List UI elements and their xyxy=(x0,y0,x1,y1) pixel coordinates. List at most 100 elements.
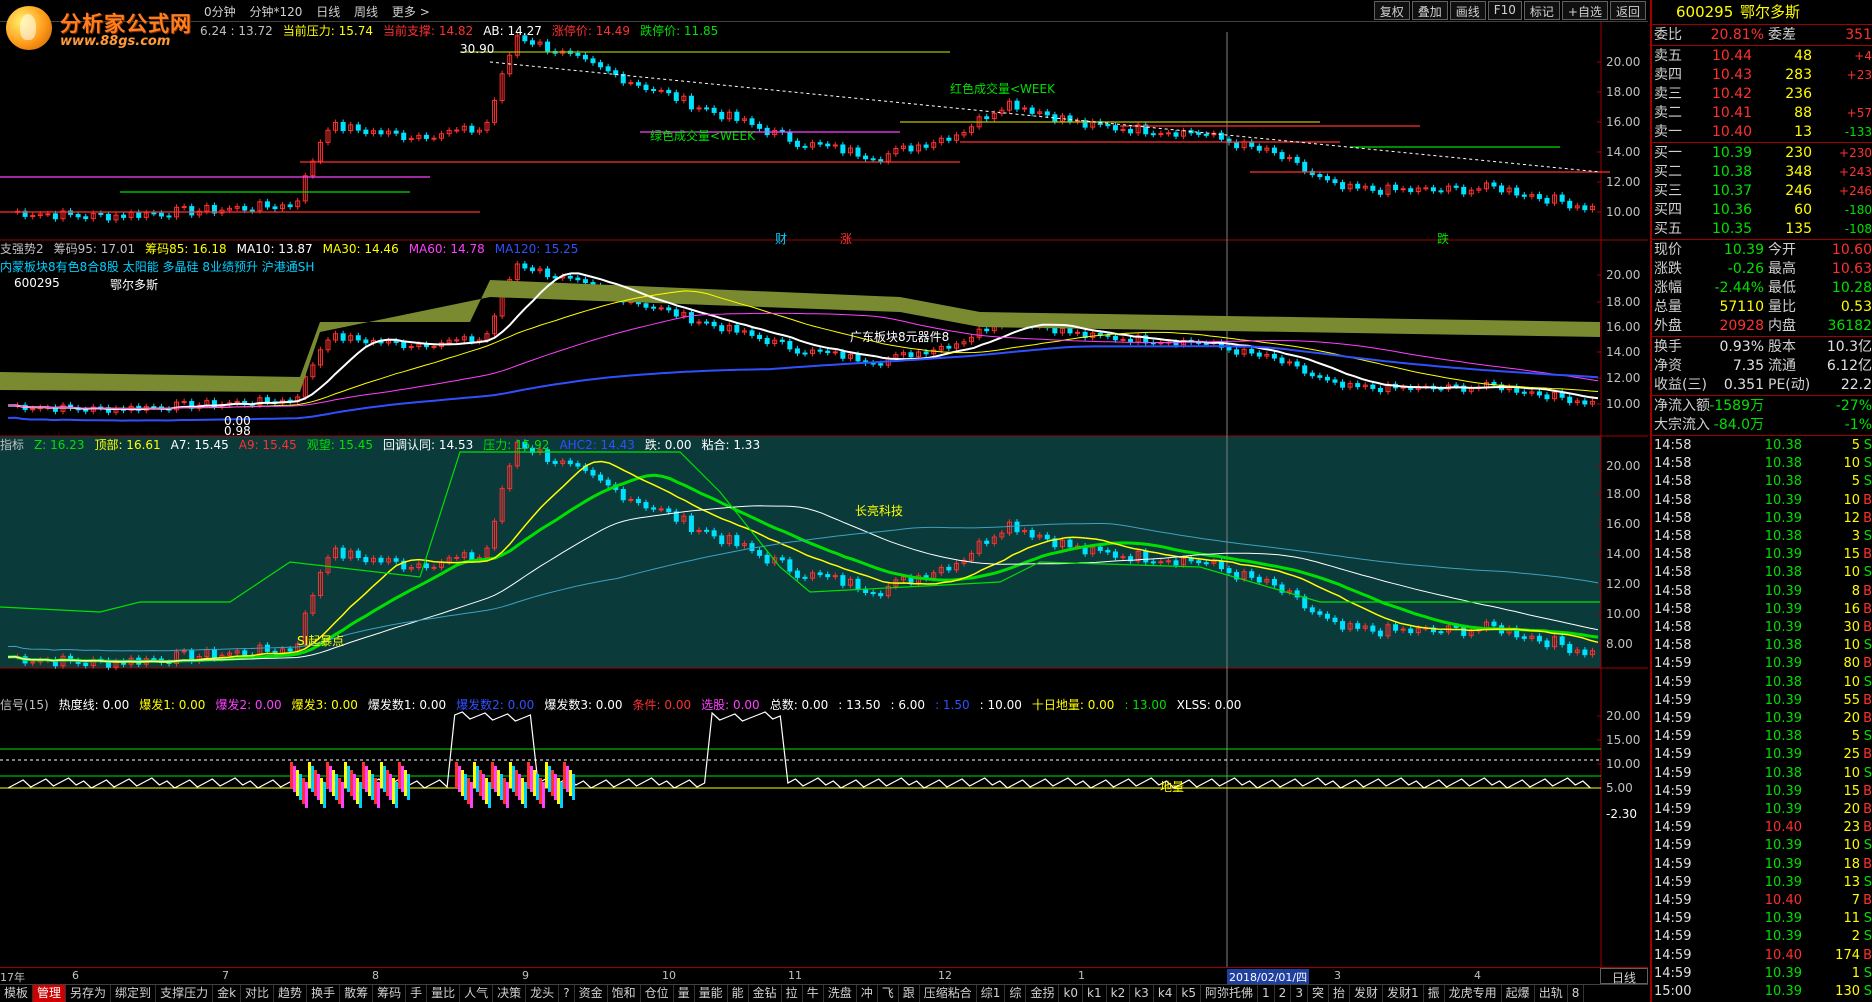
panel4-burst-bar xyxy=(347,766,350,792)
indicator-tab-37[interactable]: k3 xyxy=(1130,985,1154,1002)
indicator-tab-51[interactable]: 出轨 xyxy=(1535,985,1568,1002)
indicator-tab-5[interactable]: 金k xyxy=(213,985,242,1002)
indicator-tab-48[interactable]: 振 xyxy=(1424,985,1445,1002)
chart-canvas[interactable]: 20.00 18.00 16.00 14.00 12.00 10.00 20.00 18.00… xyxy=(0,22,1648,967)
panel3-candle xyxy=(1014,521,1020,533)
indicator-tab-19[interactable]: 仓位 xyxy=(641,985,674,1002)
indicator-tab-7[interactable]: 趋势 xyxy=(274,985,308,1002)
sell-level-5-label: 卖五 xyxy=(1654,48,1682,64)
panel1-candle xyxy=(1234,141,1240,149)
indicator-tab-14[interactable]: 决策 xyxy=(493,985,527,1002)
panel4-value-7: 爆发数3: 0.00 xyxy=(544,698,623,712)
indicator-tab-45[interactable]: 抬 xyxy=(1329,985,1350,1002)
indicator-tab-20[interactable]: 量 xyxy=(674,985,695,1002)
indicator-tab-40[interactable]: 阿弥托佛 xyxy=(1201,985,1259,1002)
indicator-tab-38[interactable]: k4 xyxy=(1154,985,1178,1002)
panel4-burst-bar xyxy=(329,766,332,792)
tick-row-0: 14:58 10.38 5 S xyxy=(1652,437,1872,455)
daily-side-tab[interactable]: 日线 xyxy=(1600,968,1648,985)
panel2-candle xyxy=(1234,349,1240,355)
panel4-value-12: : 6.00 xyxy=(890,698,926,712)
indicator-tab-10[interactable]: 筹码 xyxy=(373,985,407,1002)
tick-qty: 23 xyxy=(1843,820,1860,836)
flow-row-0-value2: -27% xyxy=(1835,398,1872,414)
indicator-tab-42[interactable]: 2 xyxy=(1275,985,1292,1002)
indicator-tab-3[interactable]: 绑定到 xyxy=(111,985,157,1002)
indicator-tab-39[interactable]: k5 xyxy=(1177,985,1202,1002)
period-tab-4[interactable]: 更多 > xyxy=(392,5,430,19)
period-tab-2[interactable]: 日线 xyxy=(316,5,340,19)
indicator-tab-15[interactable]: 龙头 xyxy=(526,985,560,1002)
panel1-candle xyxy=(605,66,611,72)
indicator-tab-29[interactable]: 跟 xyxy=(899,985,920,1002)
indicator-tab-17[interactable]: 资金 xyxy=(575,985,608,1002)
panel3-candle xyxy=(242,650,248,656)
indicator-tab-31[interactable]: 综1 xyxy=(977,985,1006,1002)
panel1-candle xyxy=(136,212,142,218)
indicator-tab-1[interactable]: 管理 xyxy=(33,985,67,1002)
indicator-tab-9[interactable]: 散筹 xyxy=(340,985,374,1002)
add-favorite-button[interactable]: +自选 xyxy=(1561,1,1608,20)
panel1-candle xyxy=(908,145,914,152)
indicator-tab-28[interactable]: 飞 xyxy=(878,985,899,1002)
indicator-tab-0[interactable]: 模板 xyxy=(0,985,34,1002)
indicator-tab-36[interactable]: k2 xyxy=(1107,985,1131,1002)
tick-price: 10.40 xyxy=(1764,893,1802,908)
indicator-tab-23[interactable]: 金钻 xyxy=(749,985,782,1002)
indicator-tab-46[interactable]: 发财 xyxy=(1350,985,1383,1002)
indicator-tab-47[interactable]: 发财1 xyxy=(1383,985,1424,1002)
panel4-value-5: 爆发数1: 0.00 xyxy=(367,698,447,712)
period-tab-1[interactable]: 分钟*120 xyxy=(249,5,302,19)
tick-price: 10.38 xyxy=(1764,456,1802,472)
indicator-tab-8[interactable]: 换手 xyxy=(307,985,341,1002)
overlay-button[interactable]: 叠加 xyxy=(1411,1,1448,20)
panel4-burst-bar xyxy=(314,770,317,796)
tick-time: 14:59 xyxy=(1654,783,1692,799)
panel2-candle xyxy=(363,339,369,344)
indicator-tab-25[interactable]: 牛 xyxy=(803,985,824,1002)
period-tab-0[interactable]: 0分钟 xyxy=(204,5,236,19)
panel2-candle xyxy=(749,330,755,336)
panel2-candle xyxy=(984,328,990,332)
f10-button[interactable]: F10 xyxy=(1487,1,1522,20)
indicator-tab-34[interactable]: k0 xyxy=(1059,985,1084,1002)
indicator-tab-24[interactable]: 拉 xyxy=(782,985,803,1002)
indicator-tab-26[interactable]: 洗盘 xyxy=(824,985,857,1002)
indicator-tab-50[interactable]: 起爆 xyxy=(1502,985,1535,1002)
indicator-tab-21[interactable]: 量能 xyxy=(695,985,728,1002)
indicator-tab-4[interactable]: 支撑压力 xyxy=(156,985,214,1002)
panel2-axis-label-4: 12.00 xyxy=(1606,371,1640,385)
mark-button[interactable]: 标记 xyxy=(1523,1,1560,20)
panel4-burst-bar xyxy=(476,766,479,792)
indicator-tab-22[interactable]: 能 xyxy=(728,985,749,1002)
buy-level-3-delta: +246 xyxy=(1839,184,1872,198)
period-tab-3[interactable]: 周线 xyxy=(354,5,378,19)
panel1-candle xyxy=(401,132,407,140)
logo-ball-icon xyxy=(6,6,52,50)
indicator-tab-41[interactable]: 1 xyxy=(1258,985,1275,1002)
indicator-tab-11[interactable]: 手 xyxy=(406,985,428,1002)
indicator-tab-12[interactable]: 量比 xyxy=(427,985,461,1002)
indicator-tab-43[interactable]: 3 xyxy=(1291,985,1308,1002)
indicator-tab-30[interactable]: 压缩粘合 xyxy=(920,985,977,1002)
panel4-axis-label-2: 10.00 xyxy=(1606,757,1640,771)
panel4-burst-bar xyxy=(542,782,545,808)
restore-rights-button[interactable]: 复权 xyxy=(1373,1,1410,20)
panel3-annotation-0: SI起暴点 xyxy=(297,634,345,648)
indicator-tab-13[interactable]: 人气 xyxy=(460,985,494,1002)
indicator-tab-6[interactable]: 对比 xyxy=(241,985,275,1002)
indicator-tab-16[interactable]: ? xyxy=(559,985,575,1002)
indicator-tab-2[interactable]: 另存为 xyxy=(66,985,112,1002)
indicator-tab-33[interactable]: 金拐 xyxy=(1026,985,1060,1002)
indicator-tab-49[interactable]: 龙虎专用 xyxy=(1445,985,1502,1002)
panel1-candle xyxy=(688,95,694,110)
indicator-tab-27[interactable]: 冲 xyxy=(857,985,878,1002)
draw-line-button[interactable]: 画线 xyxy=(1449,1,1486,20)
back-button[interactable]: 返回 xyxy=(1609,1,1646,20)
chart-area[interactable]: 20.00 18.00 16.00 14.00 12.00 10.00 20.00 18.00… xyxy=(0,22,1648,972)
indicator-tab-35[interactable]: k1 xyxy=(1083,985,1107,1002)
indicator-tab-52[interactable]: 8 xyxy=(1568,985,1585,1002)
indicator-tab-44[interactable]: 突 xyxy=(1308,985,1329,1002)
indicator-tab-18[interactable]: 饱和 xyxy=(608,985,641,1002)
indicator-tab-32[interactable]: 综 xyxy=(1005,985,1027,1002)
